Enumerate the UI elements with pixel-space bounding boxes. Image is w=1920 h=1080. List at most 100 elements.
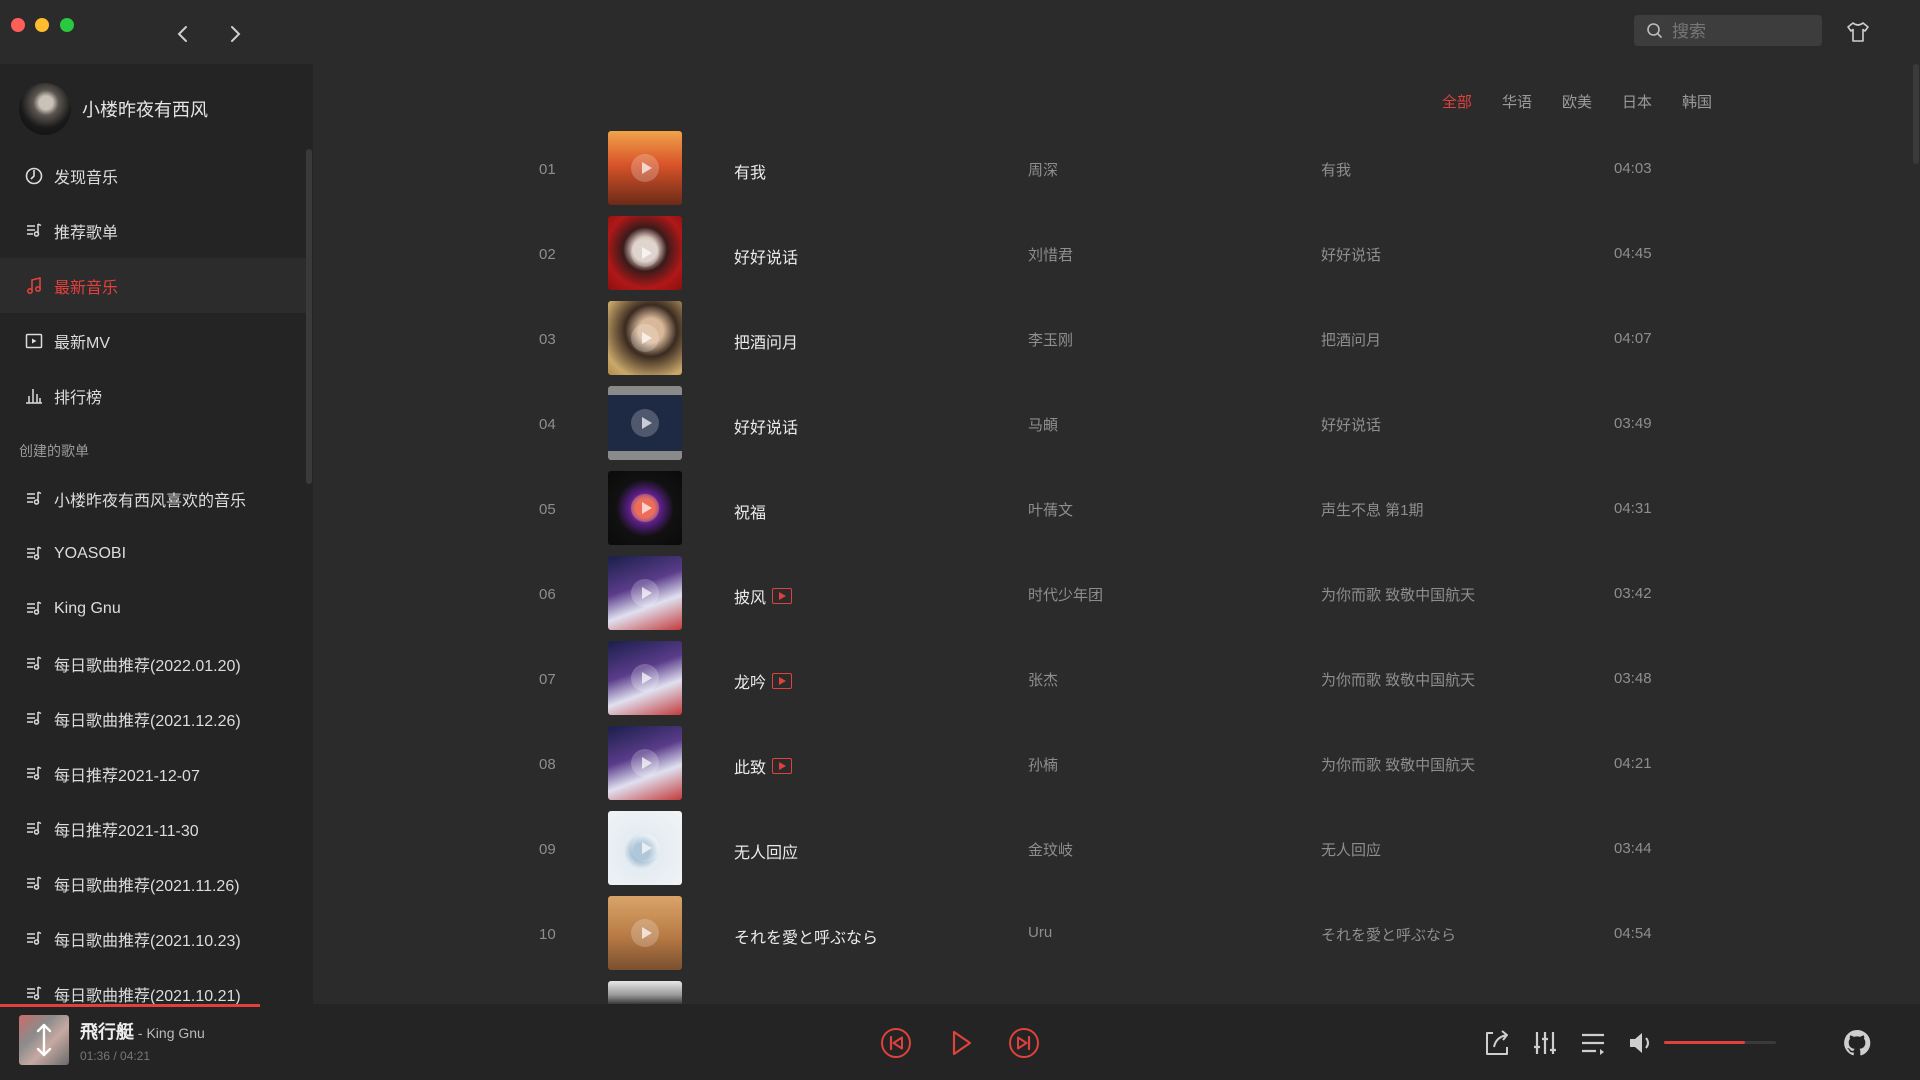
window-minimize-button[interactable] (35, 18, 49, 32)
album-cover[interactable] (608, 301, 682, 375)
song-row[interactable]: 05 祝福 叶蒨文 声生不息 第1期 04:31 (313, 471, 1913, 556)
song-album[interactable]: 好好说话 (1321, 414, 1381, 435)
sidebar-item-recommended-playlists[interactable]: 推荐歌单 (0, 203, 306, 258)
sidebar-playlist-item[interactable]: 每日歌曲推荐(2021.12.26) (0, 691, 306, 746)
sidebar-item-charts[interactable]: 排行榜 (0, 368, 306, 423)
album-cover[interactable] (608, 131, 682, 205)
album-cover[interactable] (608, 981, 682, 1004)
song-row[interactable]: 04 好好说话 马頔 好好说话 03:49 (313, 386, 1913, 471)
song-artist[interactable]: 叶蒨文 (1028, 499, 1073, 520)
song-title[interactable]: 无人回应 (734, 839, 798, 863)
play-overlay-icon[interactable] (631, 664, 659, 692)
sidebar-playlist-item[interactable]: 每日歌曲推荐(2021.10.23) (0, 911, 306, 966)
back-button[interactable] (169, 20, 197, 48)
song-artist[interactable]: 李玉刚 (1028, 329, 1073, 350)
song-album[interactable]: 声生不息 第1期 (1321, 499, 1424, 520)
song-album[interactable]: 有我 (1321, 159, 1351, 180)
song-title[interactable]: 有我 (734, 159, 766, 183)
now-playing-cover[interactable] (19, 1015, 69, 1065)
song-album[interactable]: 为你而歌 致敬中国航天 (1321, 584, 1475, 605)
song-artist[interactable]: 孙楠 (1028, 754, 1058, 775)
song-artist[interactable]: 张杰 (1028, 669, 1058, 690)
equalizer-button[interactable] (1528, 1026, 1562, 1060)
play-button[interactable] (943, 1026, 977, 1060)
sidebar-playlist-item[interactable]: YOASOBI (0, 526, 306, 581)
user-profile[interactable]: 小楼昨夜有西风 (19, 82, 208, 136)
window-close-button[interactable] (11, 18, 25, 32)
song-row[interactable]: 02 好好说话 刘惜君 好好说话 04:45 (313, 216, 1913, 301)
album-cover[interactable] (608, 811, 682, 885)
song-album[interactable]: 把酒问月 (1321, 329, 1381, 350)
play-overlay-icon[interactable] (631, 154, 659, 182)
play-overlay-icon[interactable] (631, 409, 659, 437)
play-overlay-icon[interactable] (631, 919, 659, 947)
song-row[interactable]: 08 此致 孙楠 为你而歌 致敬中国航天 04:21 (313, 726, 1913, 811)
song-artist[interactable]: 刘惜君 (1028, 244, 1073, 265)
song-row[interactable]: 01 有我 周深 有我 04:03 (313, 131, 1913, 216)
sidebar-playlist-item[interactable]: 每日歌曲推荐(2021.11.26) (0, 856, 306, 911)
sidebar-playlist-item[interactable]: 小楼昨夜有西风喜欢的音乐 (0, 471, 306, 526)
album-cover[interactable] (608, 471, 682, 545)
song-title[interactable]: 把酒问月 (734, 329, 798, 353)
song-album[interactable]: 好好说话 (1321, 244, 1381, 265)
play-overlay-icon[interactable] (631, 324, 659, 352)
song-artist[interactable]: 金玟岐 (1028, 839, 1073, 860)
sidebar-playlist-item[interactable]: 每日歌曲推荐(2021.10.21) (0, 966, 306, 1004)
song-artist[interactable]: 周深 (1028, 159, 1058, 180)
now-playing-song[interactable]: 飛行艇 (80, 1022, 134, 1042)
volume-slider[interactable] (1664, 1041, 1776, 1044)
sidebar-scrollbar[interactable] (306, 149, 312, 484)
skin-tshirt-icon[interactable] (1844, 18, 1872, 46)
song-row[interactable]: 06 披风 时代少年团 为你而歌 致敬中国航天 03:42 (313, 556, 1913, 641)
album-cover[interactable] (608, 556, 682, 630)
album-cover[interactable] (608, 896, 682, 970)
song-title[interactable]: それを愛と呼ぶなら (734, 924, 878, 948)
album-cover[interactable] (608, 726, 682, 800)
playlist-queue-button[interactable] (1576, 1026, 1610, 1060)
song-artist[interactable]: Uru (1028, 924, 1052, 941)
next-track-button[interactable] (1007, 1026, 1041, 1060)
window-maximize-button[interactable] (60, 18, 74, 32)
share-button[interactable] (1480, 1026, 1514, 1060)
song-artist[interactable]: 马頔 (1028, 414, 1058, 435)
song-row[interactable]: 09 无人回应 金玟岐 无人回应 03:44 (313, 811, 1913, 896)
song-album[interactable]: 为你而歌 致敬中国航天 (1321, 669, 1475, 690)
search-box[interactable] (1634, 15, 1822, 48)
sidebar-playlist-item[interactable]: King Gnu (0, 581, 306, 636)
mv-badge-icon[interactable] (772, 758, 793, 774)
album-cover[interactable] (608, 386, 682, 460)
volume-icon[interactable] (1624, 1026, 1658, 1060)
sidebar-playlist-item[interactable]: 每日歌曲推荐(2022.01.20) (0, 636, 306, 691)
sidebar-item-new-mv[interactable]: 最新MV (0, 313, 306, 368)
github-icon[interactable] (1840, 1026, 1874, 1060)
album-cover[interactable] (608, 641, 682, 715)
mv-badge-icon[interactable] (772, 588, 793, 604)
song-row[interactable]: 07 龙吟 张杰 为你而歌 致敬中国航天 03:48 (313, 641, 1913, 726)
now-playing-artist[interactable]: King Gnu (146, 1025, 204, 1041)
play-overlay-icon[interactable] (631, 494, 659, 522)
main-scrollbar[interactable] (1913, 64, 1919, 164)
song-album[interactable]: 为你而歌 致敬中国航天 (1321, 754, 1475, 775)
tab-japan[interactable]: 日本 (1622, 91, 1652, 112)
avatar[interactable] (19, 83, 71, 135)
sidebar-playlist-item[interactable]: 每日推荐2021-12-07 (0, 746, 306, 801)
tab-korea[interactable]: 韩国 (1682, 91, 1712, 112)
play-overlay-icon[interactable] (631, 239, 659, 267)
song-title[interactable]: 好好说话 (734, 414, 798, 438)
song-album[interactable]: それを愛と呼ぶなら (1321, 924, 1456, 945)
sidebar-item-new-music[interactable]: 最新音乐 (0, 258, 306, 313)
sidebar-playlist-item[interactable]: 每日推荐2021-11-30 (0, 801, 306, 856)
song-album[interactable]: 无人回应 (1321, 839, 1381, 860)
song-title[interactable]: 披风 (734, 584, 793, 608)
song-row[interactable]: 10 それを愛と呼ぶなら Uru それを愛と呼ぶなら 04:54 (313, 896, 1913, 981)
tab-chinese[interactable]: 华语 (1502, 91, 1532, 112)
tab-western[interactable]: 欧美 (1562, 91, 1592, 112)
song-title[interactable]: 此致 (734, 754, 793, 778)
play-overlay-icon[interactable] (631, 834, 659, 862)
song-artist[interactable]: 时代少年团 (1028, 584, 1103, 605)
album-cover[interactable] (608, 216, 682, 290)
mv-badge-icon[interactable] (772, 673, 793, 689)
previous-track-button[interactable] (879, 1026, 913, 1060)
sidebar-item-discover[interactable]: 发现音乐 (0, 148, 306, 203)
play-overlay-icon[interactable] (631, 749, 659, 777)
